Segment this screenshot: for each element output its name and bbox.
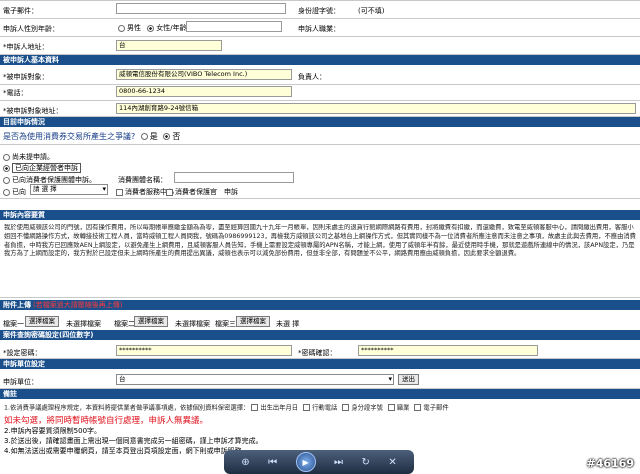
respondent-name-field[interactable]: 威頓電信股份有限公司(VIBO Telecom Inc.): [116, 69, 292, 80]
status-section: 目前申訴情況: [0, 117, 640, 127]
content-section: 申訴內容要質: [0, 210, 640, 220]
password-section: 案件查詢密碼設定(四位數字): [0, 330, 640, 340]
yes-radio[interactable]: [140, 133, 148, 140]
password-field[interactable]: **********: [116, 345, 292, 356]
age-field[interactable]: [186, 21, 282, 32]
chk-job[interactable]: [387, 404, 395, 411]
org-name-field[interactable]: [174, 172, 294, 183]
gender-group: 男性 女性/年齡: [118, 23, 187, 33]
respondent-address-label: *被申訴對象地址：: [3, 107, 63, 115]
respondent-phone-field[interactable]: 0800-66-1234: [116, 86, 292, 97]
notes-section: 備註: [0, 389, 640, 399]
email-label: 電子郵件：: [3, 7, 38, 15]
notes-line4: 4.如無法送出或需要申覆網頁，請至本頁登出頁項設定面，網下則或申訴服務。: [4, 447, 249, 455]
notes-line2: 2.申訴內容要質須限制500字。: [4, 427, 102, 435]
id-note: (可不填): [358, 7, 385, 15]
respondent-section: 被申訴人基本資料: [0, 55, 640, 65]
chk-email[interactable]: [414, 404, 422, 411]
zoom-icon[interactable]: ⊕: [241, 457, 249, 468]
id-label: 身份證字號：: [298, 7, 340, 15]
file2-status: 未選擇檔案: [175, 320, 210, 328]
password-confirm-label: *密碼確認：: [298, 349, 337, 357]
chk-protection-officer[interactable]: 消費者保護官: [166, 187, 217, 197]
watermark: #46169: [586, 457, 635, 470]
female-radio[interactable]: [147, 24, 155, 32]
respondent-address-field[interactable]: 114內湖創育路9-24號信箱: [116, 103, 636, 114]
status-select[interactable]: 請 選 擇: [30, 184, 108, 195]
play-icon[interactable]: ▶: [295, 452, 316, 472]
address-field[interactable]: 台: [116, 40, 222, 51]
file1-label: 檔案一: [3, 320, 24, 328]
email-field[interactable]: [116, 3, 286, 14]
password-label: *設定密碼：: [3, 349, 42, 357]
next-icon[interactable]: ⏭: [334, 457, 343, 468]
status-tail: 申訴: [224, 188, 238, 196]
delete-icon[interactable]: ✕: [388, 457, 396, 468]
file3-button[interactable]: 選擇檔案: [236, 316, 270, 327]
unit-label: 申訴單位：: [3, 378, 38, 386]
attach-section: 附件上傳 (若檔案過大請壓縮後再上傳): [0, 300, 640, 310]
rotate-icon[interactable]: ↻: [362, 457, 370, 468]
chk-id[interactable]: [342, 404, 350, 411]
chk-birth[interactable]: [251, 404, 259, 411]
address-label: *申訴人地址：: [3, 43, 49, 51]
voucher-question: 是否為使用消費券交易所產生之爭議? 是 否: [3, 132, 181, 141]
file3-status: 未選 擇: [276, 320, 300, 328]
file2-label: 檔案二: [114, 320, 135, 328]
chk-phone[interactable]: [303, 404, 311, 411]
file1-status: 未選擇檔案: [66, 320, 101, 328]
respondent-phone-label: *電話：: [3, 89, 28, 97]
complaint-text[interactable]: 我於使用威頓該公司的門號，因有操作費用，所以每期帳單應繳金額為為零，盡至經算回國…: [4, 224, 636, 294]
respondent-name-label: *被申訴對象：: [3, 73, 49, 81]
status-opt1[interactable]: 尚未提申請。: [3, 152, 54, 162]
file2-button[interactable]: 選擇檔案: [134, 316, 168, 327]
gender-age-label: 申訴人性別年齡：: [3, 25, 59, 33]
submit-button[interactable]: 送出: [398, 374, 419, 385]
prev-icon[interactable]: ⏮: [268, 457, 277, 468]
status-opt4[interactable]: 已向: [3, 187, 26, 197]
job-label: 申訴人職業：: [298, 25, 340, 33]
notes-line3: 3.於送出後，請確認畫面上需出現一個同意書完成另一組密碼，謹上申訴才算完成。: [4, 437, 263, 445]
file1-button[interactable]: 選擇檔案: [25, 316, 59, 327]
notes-line1: 1.依消費爭議處理程序規定，本資料將提供業者做爭議事項處，依據個別資料保密選擇：…: [4, 404, 449, 412]
file3-label: 檔案三: [215, 320, 236, 328]
unit-section: 申訴單位設定: [0, 359, 640, 369]
male-radio[interactable]: [118, 24, 125, 32]
media-control-bar: ⊕ ⏮ ▶ ⏭ ↻ ✕: [224, 450, 414, 474]
no-radio[interactable]: [163, 133, 171, 140]
notes-red: 如未勾選，將同時暫時帳號自行處理，申訴人無異議。: [4, 416, 209, 426]
status-opt2[interactable]: 已向企業經營者申訴: [3, 163, 81, 173]
owner-label: 負責人：: [298, 73, 326, 81]
password-confirm-field[interactable]: **********: [358, 345, 538, 356]
org-name-label: 消費團體名稱：: [118, 176, 167, 184]
unit-select[interactable]: 台: [116, 374, 394, 385]
